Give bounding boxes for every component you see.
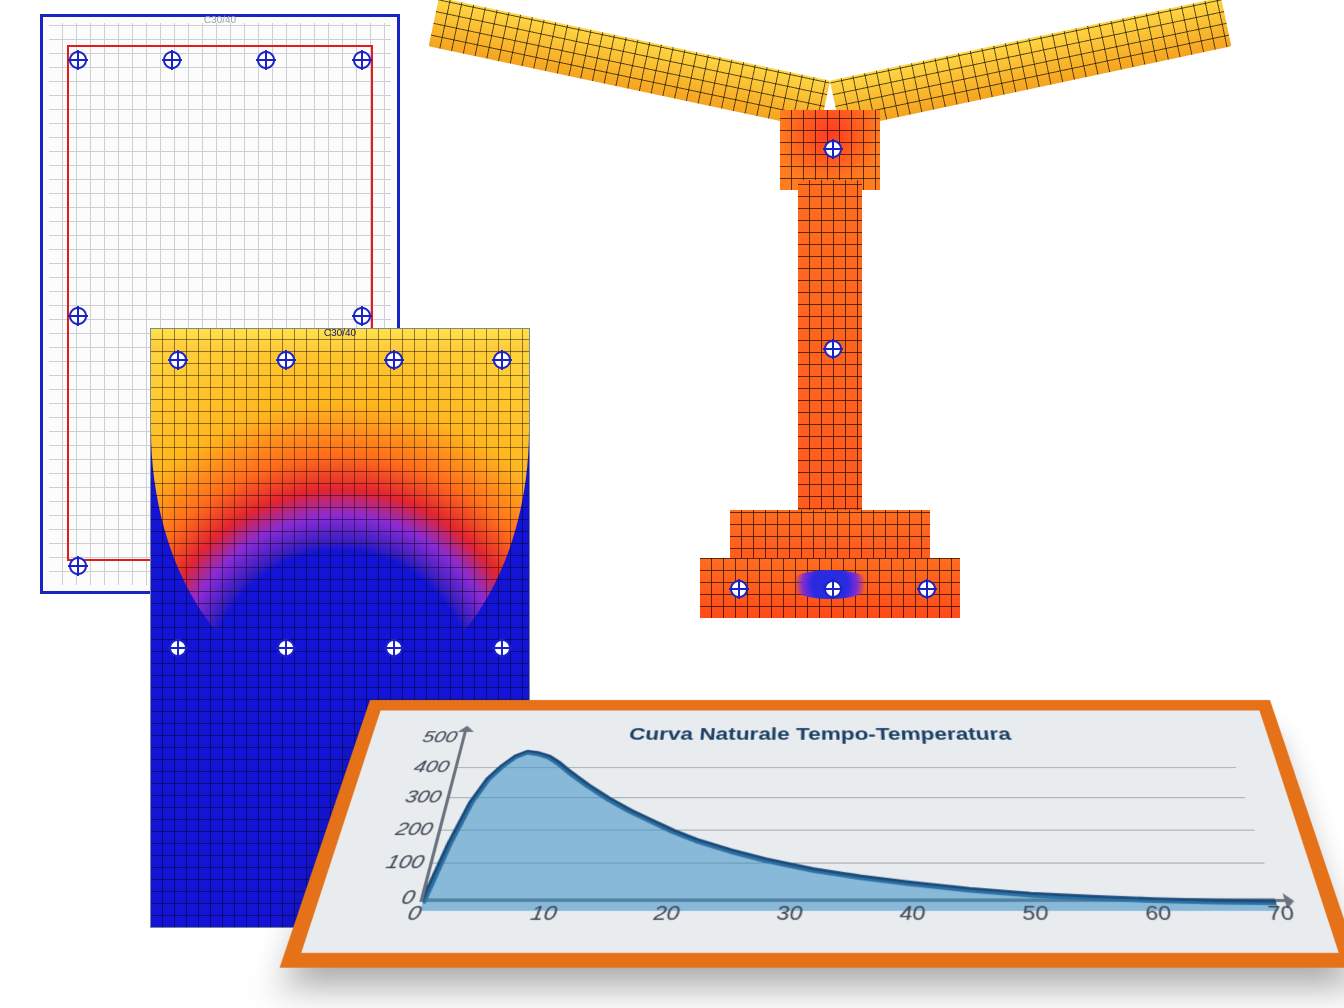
x-tick-label: 30: [776, 903, 802, 926]
x-tick-label: 40: [899, 903, 926, 926]
rebar-icon: [385, 351, 403, 369]
rebar-icon: [69, 307, 87, 325]
y-tick-label: 300: [402, 788, 443, 808]
beam-flange-top: [730, 510, 930, 560]
rebar-icon: [824, 340, 842, 358]
rebar-icon: [169, 351, 187, 369]
rebar-icon: [69, 51, 87, 69]
curve-plot: [420, 738, 1278, 911]
y-tick-label: 100: [383, 853, 426, 875]
y-tick-label: 500: [420, 729, 459, 747]
rebar-icon: [385, 639, 403, 657]
rebar-icon: [730, 580, 748, 598]
time-temperature-chart: Curva Naturale Tempo-Temperatura 0100200…: [280, 700, 1344, 968]
rebar-icon: [163, 51, 181, 69]
rebar-icon: [918, 580, 936, 598]
rebar-icon: [353, 51, 371, 69]
x-tick-label: 20: [652, 903, 680, 926]
x-tick-label: 10: [529, 903, 559, 926]
rebar-icon: [277, 639, 295, 657]
x-tick-label: 60: [1143, 903, 1174, 926]
y-tick-label: 400: [411, 758, 451, 777]
rebar-icon: [257, 51, 275, 69]
rebar-icon: [277, 351, 295, 369]
rebar-icon: [824, 140, 842, 158]
y-tick-label: 200: [393, 820, 435, 841]
beam-wing-right: [830, 0, 1232, 129]
rebar-icon: [824, 580, 842, 598]
rebar-icon: [69, 557, 87, 575]
y-beam-thermal: [420, 10, 1240, 690]
beam-wing-left: [429, 0, 831, 129]
rebar-icon: [353, 307, 371, 325]
x-tick-label: 50: [1021, 903, 1050, 926]
rebar-icon: [169, 639, 187, 657]
